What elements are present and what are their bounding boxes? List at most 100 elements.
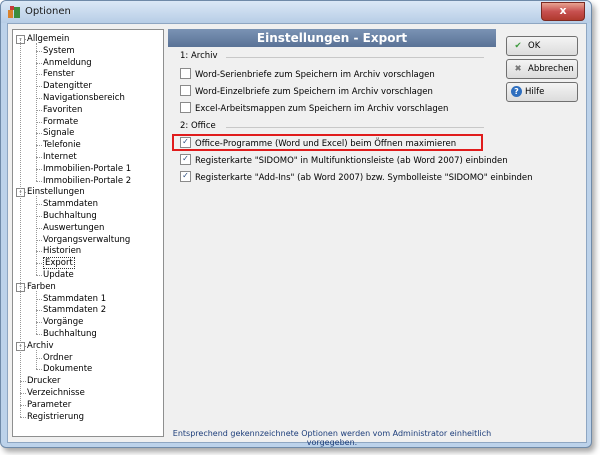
- tree-item[interactable]: Stammdaten: [43, 198, 98, 210]
- tree-item[interactable]: Farben: [27, 281, 56, 293]
- tree-item[interactable]: Fenster: [43, 68, 75, 80]
- tree-item-label: Historien: [43, 246, 82, 257]
- tree-item-label: Dokumente: [43, 364, 93, 375]
- tree-connector: [20, 416, 26, 418]
- tree-item[interactable]: Registrierung: [27, 411, 84, 423]
- tree-item[interactable]: Datengitter: [43, 80, 92, 92]
- tree-item[interactable]: Allgemein: [27, 33, 69, 45]
- tree-item[interactable]: Signale: [43, 127, 74, 139]
- tree-item[interactable]: Formate: [43, 116, 78, 128]
- tree-item-label: Anmeldung: [43, 57, 92, 68]
- cancel-button[interactable]: ✖ Abbrechen: [506, 59, 578, 79]
- option-label: Registerkarte "SIDOMO" in Multifunktions…: [195, 156, 508, 166]
- tree-item-label: Internet: [43, 152, 77, 162]
- tree-item[interactable]: Stammdaten 2: [43, 304, 106, 316]
- ok-button[interactable]: ✔ OK: [506, 36, 578, 56]
- tree-item-label: Ordner: [43, 352, 73, 363]
- tree-item[interactable]: Drucker: [27, 375, 60, 387]
- option-label: Word-Serienbriefe zum Speichern im Archi…: [195, 70, 435, 80]
- cancel-icon: ✖: [514, 64, 522, 74]
- option-registerkarte-sidomo[interactable]: ✓ Registerkarte "SIDOMO" in Multifunktion…: [180, 154, 508, 167]
- highlight-box: [172, 134, 483, 151]
- tree-item[interactable]: Archiv: [27, 340, 54, 352]
- group-archiv-line: [226, 57, 484, 58]
- tree-item[interactable]: Parameter: [27, 399, 71, 411]
- tree-connector: [36, 180, 42, 182]
- tree-item-label: Immobilien-Portale 2: [43, 175, 132, 186]
- title-bar[interactable]: Optionen x: [1, 1, 591, 23]
- tree-item[interactable]: Export: [43, 257, 75, 270]
- tree-item-label: Registrierung: [27, 411, 85, 422]
- help-label: Hilfe: [525, 87, 545, 97]
- tree-item[interactable]: Vorgangsverwaltung: [43, 234, 130, 246]
- tree-item-label: Buchhaltung: [43, 211, 97, 221]
- tree-item-label: Fenster: [43, 69, 75, 80]
- tree-item[interactable]: Auswertungen: [43, 222, 104, 234]
- dialog-body: Allgemein - System Anmeldung Fenster Datengit…: [7, 23, 587, 447]
- tree-item[interactable]: System: [43, 45, 75, 57]
- tree-item-label: Farben: [27, 281, 56, 292]
- option-excel-arbeitsmappen[interactable]: Excel-Arbeitsmappen zum Speichern im Arc…: [180, 102, 448, 115]
- tree-item[interactable]: Favoriten: [43, 104, 82, 116]
- tree-item-label: Stammdaten 2: [43, 305, 107, 316]
- tree-item-label: Immobilien-Portale 1: [43, 163, 132, 174]
- tree-item[interactable]: Immobilien-Portale 1: [43, 163, 131, 175]
- tree-connector-branch: [36, 290, 37, 334]
- tree-connector: [36, 275, 42, 276]
- checkbox[interactable]: [180, 68, 191, 79]
- tree-item-label: Vorgänge: [43, 317, 84, 328]
- tree-item-label: Archiv: [27, 340, 54, 351]
- options-window: Optionen x Allgemein - System Anmeldung Fens…: [0, 0, 592, 448]
- option-label: Word-Einzelbriefe zum Speichern im Archi…: [195, 87, 433, 97]
- tree-item[interactable]: Ordner: [43, 352, 73, 364]
- tree-connector: [36, 369, 42, 371]
- tree-item[interactable]: Vorgänge: [43, 316, 83, 328]
- checkbox-checked[interactable]: ✓: [180, 154, 191, 165]
- group-office-label: 2: Office: [180, 121, 216, 131]
- tree-item[interactable]: Buchhaltung: [43, 210, 97, 222]
- tree-item[interactable]: Update: [43, 269, 74, 281]
- app-icon: [8, 6, 20, 18]
- tree-connector-branch: [36, 196, 37, 275]
- tree-item[interactable]: Anmeldung: [43, 57, 92, 69]
- options-tree[interactable]: Allgemein - System Anmeldung Fenster Datengit…: [12, 29, 164, 437]
- tree-item-label: Drucker: [27, 376, 61, 387]
- option-registerkarte-addins[interactable]: ✓ Registerkarte "Add-Ins" (ab Word 2007) …: [180, 171, 533, 184]
- tree-item-label: System: [43, 45, 75, 56]
- group-office-line: [226, 127, 484, 128]
- checkbox-checked[interactable]: ✓: [180, 171, 191, 182]
- window-title: Optionen: [25, 6, 71, 17]
- tree-connector-root: [20, 39, 21, 417]
- panel-title: Einstellungen - Export: [168, 29, 496, 47]
- tree-item-label: Auswertungen: [43, 222, 105, 233]
- tree-item-label: Telefonie: [43, 140, 81, 151]
- tree-connector-branch: [36, 43, 37, 181]
- tree-item[interactable]: Navigationsbereich: [43, 92, 125, 104]
- tree-item-label: Verzeichnisse: [27, 388, 85, 398]
- checkbox[interactable]: [180, 102, 191, 113]
- tree-item-label: Update: [43, 270, 74, 280]
- tree-item[interactable]: Dokumente: [43, 363, 92, 375]
- option-word-einzelbriefe[interactable]: Word-Einzelbriefe zum Speichern im Archi…: [180, 85, 433, 98]
- tree-item[interactable]: Buchhaltung: [43, 328, 97, 340]
- tree-item-label: Favoriten: [43, 104, 83, 115]
- tree-item[interactable]: Historien: [43, 245, 81, 257]
- option-word-serienbriefe[interactable]: Word-Serienbriefe zum Speichern im Archi…: [180, 68, 435, 81]
- checkbox[interactable]: [180, 85, 191, 96]
- help-button[interactable]: ? Hilfe: [506, 82, 578, 102]
- tree-item-label: Stammdaten 1: [43, 293, 107, 304]
- tree-item[interactable]: Immobilien-Portale 2: [43, 175, 131, 187]
- tree-item[interactable]: Telefonie: [43, 139, 81, 151]
- tree-item-label: Navigationsbereich: [43, 93, 125, 103]
- tree-item-label: Buchhaltung: [43, 329, 97, 339]
- tree-item-label: Datengitter: [43, 81, 92, 92]
- ok-label: OK: [528, 41, 541, 51]
- tree-item[interactable]: Stammdaten 1: [43, 293, 106, 305]
- tree-item[interactable]: Internet: [43, 151, 77, 163]
- group-archiv-label: 1: Archiv: [180, 51, 218, 61]
- tree-item[interactable]: Verzeichnisse: [27, 387, 85, 399]
- close-button[interactable]: x: [541, 2, 585, 21]
- tree-connector-branch: [36, 349, 37, 370]
- tree-item-label: Allgemein: [27, 34, 70, 44]
- tree-item-label: Signale: [43, 128, 75, 139]
